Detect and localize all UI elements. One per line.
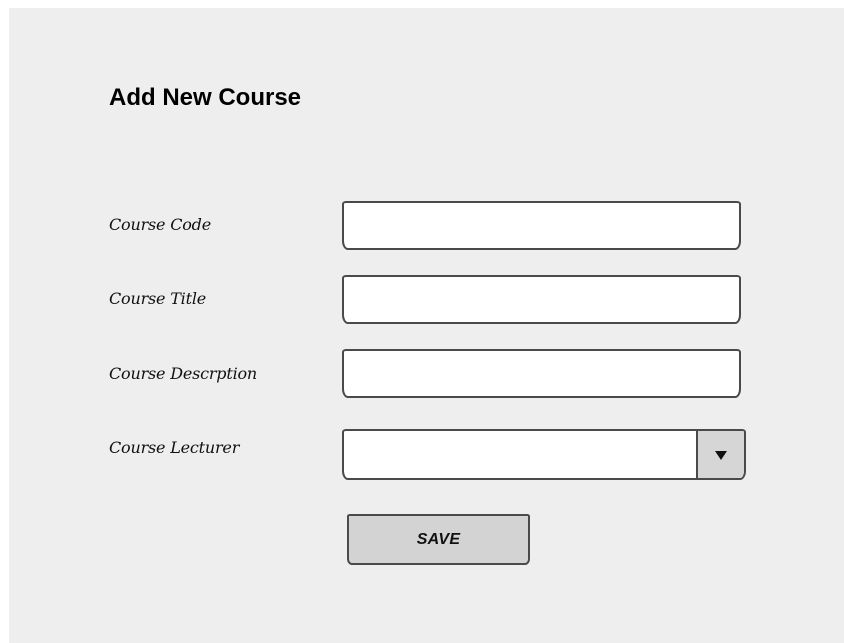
course-description-input[interactable] xyxy=(342,349,741,398)
dropdown-toggle-button[interactable] xyxy=(696,431,744,478)
page-title: Add New Course xyxy=(109,84,302,111)
triangle-down-icon xyxy=(715,450,727,460)
course-description-label: Course Descrption xyxy=(109,364,258,383)
save-button[interactable]: SAVE xyxy=(347,514,530,565)
course-title-label: Course Title xyxy=(109,289,206,308)
course-code-input[interactable] xyxy=(342,201,741,250)
course-lecturer-select[interactable] xyxy=(342,429,746,480)
course-title-input[interactable] xyxy=(342,275,741,324)
course-lecturer-label: Course Lecturer xyxy=(109,438,240,457)
course-code-label: Course Code xyxy=(109,215,211,234)
add-course-panel: Add New Course Course Code Course Title … xyxy=(9,8,844,643)
